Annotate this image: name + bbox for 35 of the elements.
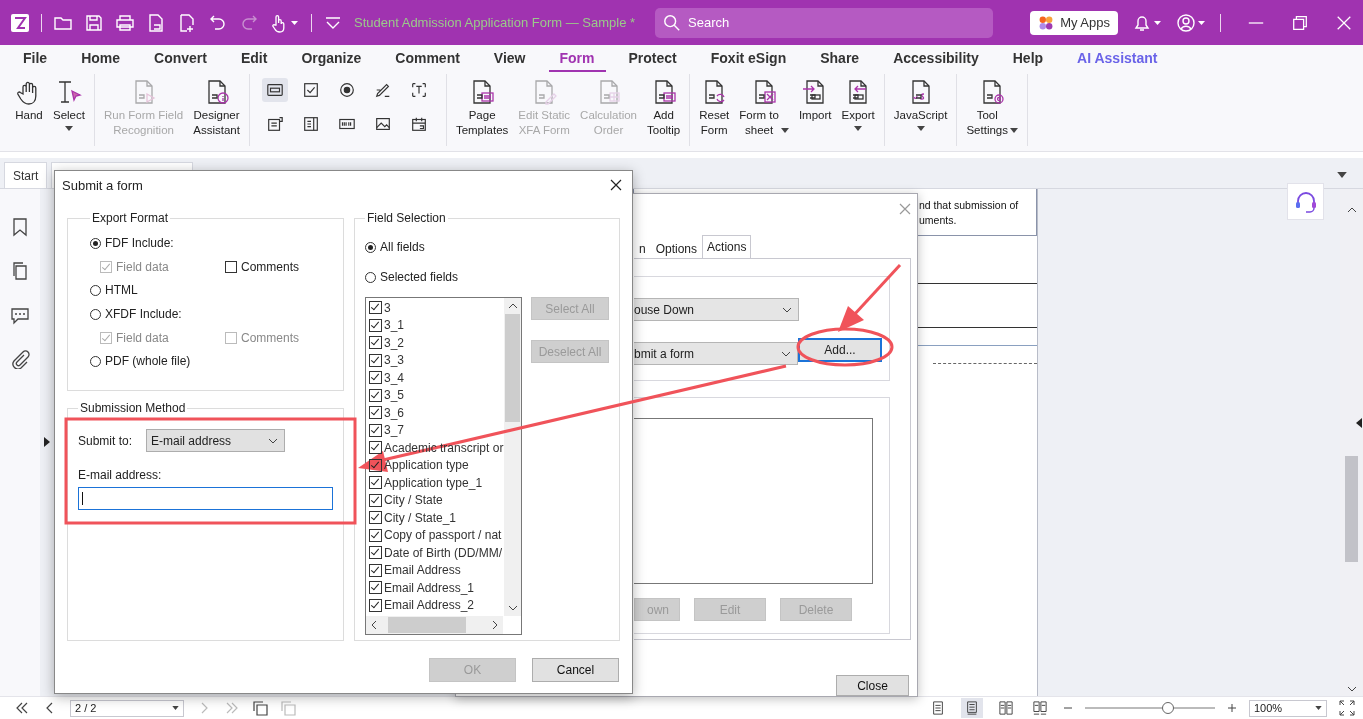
field-name: Copy of passport / nat bbox=[384, 528, 503, 543]
option-label: Field data bbox=[116, 331, 169, 345]
option-label: Selected fields bbox=[380, 270, 459, 284]
field-name: Email Address_1 bbox=[384, 580, 476, 595]
option-label: FDF Include: bbox=[105, 236, 174, 250]
field-name: Application type_1 bbox=[384, 475, 484, 490]
field-name: Date of Birth (DD/MM/ bbox=[384, 545, 504, 560]
option-label: Comments bbox=[241, 331, 299, 345]
field-name: 3_3 bbox=[384, 353, 406, 368]
option-label: PDF (whole file) bbox=[105, 354, 191, 368]
field-label: Submit to: bbox=[78, 433, 133, 448]
field-name: 3_7 bbox=[384, 423, 406, 438]
option-label: All fields bbox=[380, 240, 425, 254]
field-name: Email Address_2 bbox=[384, 598, 476, 613]
field-name: Email Address bbox=[384, 563, 462, 578]
field-name: 3_2 bbox=[384, 335, 406, 350]
document-title: Student Admission Application Form — Sample * bbox=[354, 15, 636, 30]
option-label: Field data bbox=[116, 260, 169, 274]
option-label: XFDF Include: bbox=[105, 307, 182, 321]
document-text: nd that submission of uments. bbox=[919, 198, 1020, 228]
group-title: Submission Method bbox=[79, 401, 187, 415]
dialog-title: Submit a form bbox=[62, 177, 143, 193]
field-label: E-mail address: bbox=[78, 468, 163, 482]
option-label: HTML bbox=[105, 283, 138, 297]
field-name: City / State_1 bbox=[384, 510, 458, 525]
option-label: Comments bbox=[241, 260, 299, 274]
field-name: 3_4 bbox=[384, 370, 406, 385]
field-name: 3 bbox=[384, 300, 392, 315]
field-name: 3_5 bbox=[384, 388, 406, 403]
field-name: Academic transcript or bbox=[384, 440, 505, 455]
field-name: City / State bbox=[384, 493, 444, 508]
group-title: Export Format bbox=[91, 211, 170, 225]
group-title: Field Selection bbox=[366, 211, 447, 225]
field-name: 3_6 bbox=[384, 405, 406, 420]
field-name: 3_1 bbox=[384, 318, 406, 333]
